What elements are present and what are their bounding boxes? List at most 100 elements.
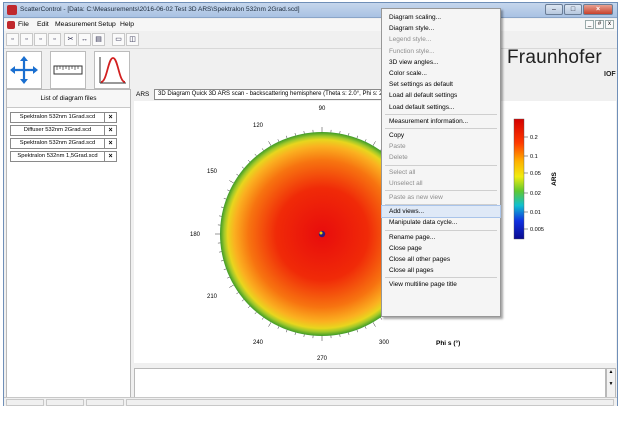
close-file-icon[interactable]: × bbox=[105, 125, 117, 136]
minimize-button[interactable]: – bbox=[545, 4, 563, 15]
context-menu-item-diagram-style[interactable]: Diagram style... bbox=[382, 23, 500, 34]
polar-tick bbox=[372, 322, 376, 327]
colorbar-tick: 0.1 bbox=[530, 154, 538, 160]
context-menu-item-paste-as-new-view: Paste as new view bbox=[389, 194, 443, 201]
brand-logo-sub: IOF bbox=[604, 71, 616, 78]
context-menu-item-paste: Paste bbox=[389, 143, 406, 151]
menu-separator bbox=[385, 190, 497, 191]
polar-tick bbox=[380, 317, 383, 320]
polar-tick bbox=[254, 153, 257, 157]
mdi-close-button[interactable]: x bbox=[605, 20, 614, 29]
file-name[interactable]: Spektralon 532nm 2Grad.scd bbox=[10, 138, 105, 149]
context-menu-item-function-style: Function style... bbox=[389, 47, 435, 55]
context-menu-item-close-all-pages[interactable]: Close all pages bbox=[382, 265, 500, 276]
phi-axis-label: Phi s (°) bbox=[436, 339, 460, 347]
brand-logo: Fraunhofer bbox=[507, 47, 602, 68]
print-icon[interactable]: ▤ bbox=[92, 33, 105, 46]
context-menu-item-diagram-scaling[interactable]: Diagram scaling... bbox=[382, 12, 500, 23]
file-row[interactable]: Diffuser 532nm 2Grad.scd × bbox=[10, 125, 117, 136]
diagram-file-list: List of diagram files Spektralon 532nm 1… bbox=[6, 89, 131, 399]
info-scrollbar[interactable]: ▲ ▼ bbox=[606, 368, 616, 398]
save-all-icon[interactable]: ▫ bbox=[48, 33, 61, 46]
context-menu-item-view-multiline-page-title[interactable]: View multiline page title bbox=[382, 279, 500, 290]
context-menu-item-copy[interactable]: Copy bbox=[382, 130, 500, 141]
polar-tick bbox=[220, 260, 224, 262]
window-icon[interactable]: ▭ bbox=[112, 33, 125, 46]
colorbar bbox=[513, 118, 525, 240]
info-text-area[interactable] bbox=[134, 368, 606, 398]
polar-tick bbox=[356, 329, 358, 333]
file-row[interactable]: Spektralon 532nm 2Grad.scd × bbox=[10, 138, 117, 149]
context-menu-item-measurement-information[interactable]: Measurement information... bbox=[382, 116, 500, 127]
colorbar-tick: 0.02 bbox=[530, 191, 541, 197]
zoom-width-icon[interactable]: ↔ bbox=[78, 33, 91, 46]
polar-tick bbox=[364, 326, 367, 329]
context-menu: Diagram scaling... Diagram style... Legend… bbox=[381, 8, 501, 317]
context-menu-item-color-scale[interactable]: Color scale... bbox=[382, 68, 500, 79]
new-file-icon[interactable]: ▫ bbox=[6, 33, 19, 46]
mdi-restore-button[interactable]: # bbox=[595, 20, 604, 29]
menu-separator bbox=[385, 229, 497, 231]
view-tools bbox=[6, 51, 134, 91]
ruler-icon[interactable] bbox=[50, 51, 86, 89]
move-arrows-icon[interactable] bbox=[6, 51, 42, 89]
colorbar-tick: 0.2 bbox=[530, 135, 538, 141]
menu-help[interactable]: Help bbox=[120, 21, 134, 28]
context-menu-item-load-default-settings[interactable]: Load default settings... bbox=[382, 102, 500, 113]
context-menu-item-close-page[interactable]: Close page bbox=[382, 243, 500, 254]
context-menu-item-load-all-default-settings[interactable]: Load all default settings bbox=[382, 90, 500, 101]
polar-tick bbox=[223, 198, 227, 200]
context-menu-item-close-all-other-pages[interactable]: Close all other pages bbox=[382, 254, 500, 265]
close-file-icon[interactable]: × bbox=[105, 138, 117, 149]
mdi-minimize-button[interactable]: _ bbox=[585, 20, 594, 29]
polar-tick bbox=[241, 166, 245, 169]
file-name[interactable]: Spektralon 532nm 1,5Grad.scd bbox=[10, 151, 105, 162]
save-file-icon[interactable]: ▫ bbox=[34, 33, 47, 46]
close-file-icon[interactable]: × bbox=[105, 151, 117, 162]
polar-tick bbox=[294, 332, 296, 336]
angle-label-270: 270 bbox=[317, 356, 328, 362]
maximize-button[interactable]: □ bbox=[564, 4, 582, 15]
context-menu-item-select-all: Select all bbox=[389, 168, 416, 176]
context-menu-item-rename-page[interactable]: Rename page... bbox=[382, 232, 500, 243]
file-name[interactable]: Spektralon 532nm 1Grad.scd bbox=[10, 112, 105, 123]
bell-curve-icon[interactable] bbox=[94, 51, 130, 89]
context-menu-item-3d-view-angles[interactable]: 3D view angles... bbox=[382, 57, 500, 68]
context-menu-item-manipulate-data-cycle[interactable]: Manipulate data cycle... bbox=[382, 217, 500, 228]
file-row[interactable]: Spektralon 532nm 1Grad.scd × bbox=[10, 112, 117, 123]
menu-separator bbox=[385, 277, 497, 279]
tile-icon[interactable]: ◫ bbox=[126, 33, 139, 46]
context-menu-item-delete: Delete bbox=[389, 154, 408, 162]
angle-label-90: 90 bbox=[319, 106, 326, 112]
file-row[interactable]: Spektralon 532nm 1,5Grad.scd × bbox=[10, 151, 117, 162]
angle-label-120: 120 bbox=[253, 123, 264, 129]
window-title: ScatterControl - [Data: C:\Measurements\… bbox=[20, 6, 300, 13]
title-bar[interactable]: ScatterControl - [Data: C:\Measurements\… bbox=[4, 3, 617, 18]
menu-separator bbox=[385, 204, 497, 206]
open-file-icon[interactable]: ▫ bbox=[20, 33, 33, 46]
menu-separator bbox=[385, 164, 497, 166]
context-menu-item-set-settings-as-default[interactable]: Set settings as default bbox=[382, 79, 500, 90]
polar-ars-plot[interactable]: 90 120 150 180 210 240 270 300 Phi s (°)… bbox=[134, 101, 616, 363]
menu-setup[interactable]: Setup bbox=[98, 21, 116, 28]
file-name[interactable]: Diffuser 532nm 2Grad.scd bbox=[10, 125, 105, 136]
page-tab-ars[interactable]: ARS bbox=[136, 91, 149, 98]
angle-label-180: 180 bbox=[190, 232, 201, 238]
menu-bar: File Edit Measurement Setup Help _ # x bbox=[4, 19, 617, 31]
polar-tick bbox=[229, 180, 234, 184]
polar-tick bbox=[254, 311, 257, 315]
context-menu-item-add-views[interactable]: Add views... bbox=[381, 205, 501, 219]
status-bar bbox=[4, 397, 617, 406]
close-file-icon[interactable]: × bbox=[105, 112, 117, 123]
polar-tick bbox=[348, 332, 350, 336]
menu-measurement[interactable]: Measurement bbox=[55, 21, 97, 28]
document-icon[interactable] bbox=[7, 21, 15, 29]
menu-edit[interactable]: Edit bbox=[37, 21, 49, 28]
menu-file[interactable]: File bbox=[18, 21, 29, 28]
app-icon[interactable] bbox=[7, 5, 17, 15]
angle-label-240: 240 bbox=[253, 340, 264, 346]
close-button[interactable]: × bbox=[583, 4, 613, 15]
polar-tick bbox=[236, 292, 239, 295]
cut-icon[interactable]: ✂ bbox=[64, 33, 77, 46]
colorbar-tick: 0.05 bbox=[530, 171, 541, 177]
